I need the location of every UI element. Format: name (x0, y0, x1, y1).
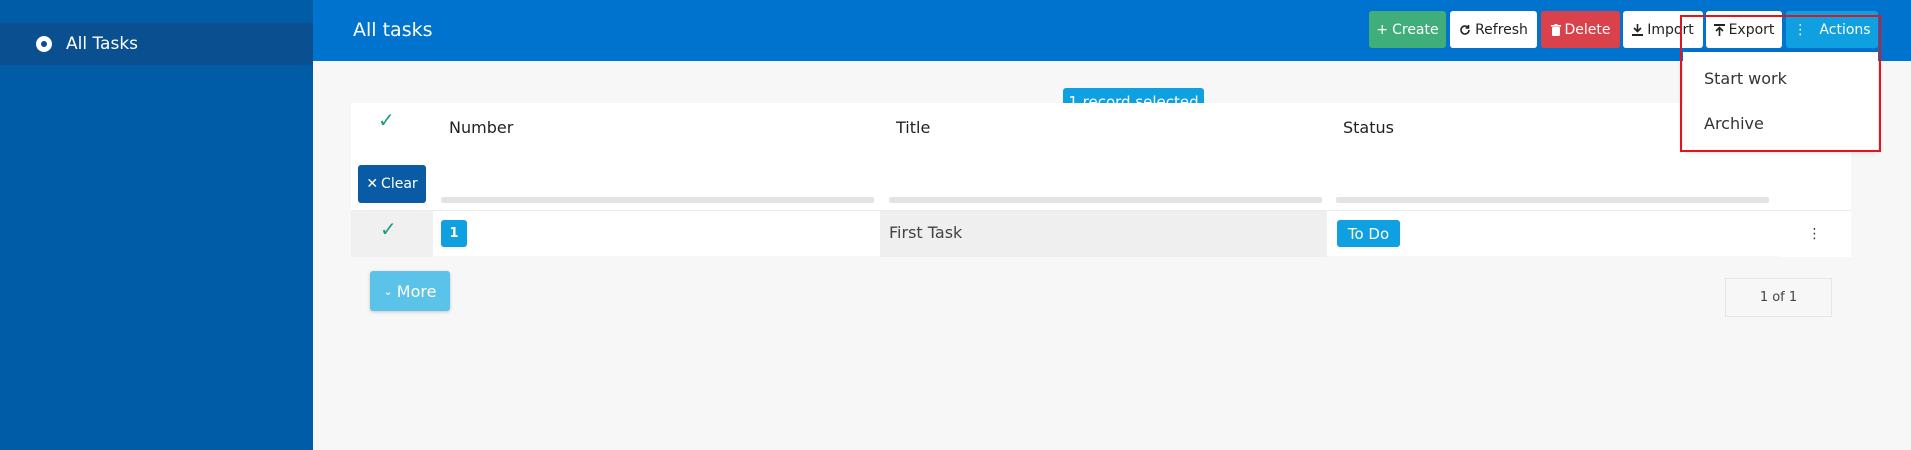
pager: 1 of 1 (1725, 278, 1832, 317)
plus-icon: + (1376, 21, 1389, 38)
table-row[interactable]: ✓ 1 First Task To Do ⋮ (351, 210, 1851, 257)
number-badge[interactable]: 1 (441, 220, 467, 247)
export-button[interactable]: Export (1706, 11, 1782, 48)
select-all-cell[interactable]: ✓ ✕ Clear (351, 103, 426, 209)
radio-dot-icon (36, 36, 52, 52)
sidebar: All Tasks (0, 0, 313, 450)
actions-button[interactable]: ⋮ Actions (1786, 11, 1878, 48)
table-header-row: ✓ ✕ Clear Number Title Status (351, 103, 1851, 209)
vertical-dots-icon: ⋮ (1807, 226, 1822, 242)
clear-selection-button[interactable]: ✕ Clear (358, 165, 426, 203)
vertical-dots-icon: ⋮ (1793, 21, 1808, 38)
refresh-button[interactable]: Refresh (1450, 11, 1537, 48)
chevron-down-icon: ⌄ (383, 284, 393, 298)
column-header-number[interactable]: Number (449, 118, 513, 137)
row-menu-button[interactable]: ⋮ (1778, 211, 1851, 257)
page-title: All tasks (353, 19, 433, 41)
download-icon (1632, 23, 1644, 36)
checkmark-icon: ✓ (380, 217, 397, 241)
row-select-cell[interactable]: ✓ (351, 211, 433, 257)
trash-icon (1550, 23, 1561, 36)
status-badge[interactable]: To Do (1337, 220, 1400, 247)
menu-item-archive[interactable]: Archive (1704, 114, 1764, 133)
import-button[interactable]: Import (1623, 11, 1703, 48)
upload-icon (1713, 23, 1725, 36)
actions-dropdown-menu: Start work Archive (1683, 52, 1878, 150)
column-header-status[interactable]: Status (1343, 118, 1394, 137)
delete-button[interactable]: Delete (1541, 11, 1620, 48)
number-filter[interactable] (441, 197, 874, 203)
create-button[interactable]: + Create (1369, 11, 1446, 48)
tasks-table: ✓ ✕ Clear Number Title Status ✓ 1 First … (351, 103, 1851, 257)
close-icon: ✕ (366, 176, 379, 192)
sidebar-item-label: All Tasks (66, 34, 139, 54)
task-title[interactable]: First Task (889, 223, 962, 242)
refresh-icon (1459, 24, 1471, 36)
title-filter[interactable] (889, 197, 1322, 203)
status-filter[interactable] (1336, 197, 1769, 203)
more-button[interactable]: ⌄ More (370, 271, 450, 311)
menu-item-start-work[interactable]: Start work (1704, 69, 1787, 88)
sidebar-item-all-tasks[interactable]: All Tasks (0, 23, 313, 65)
checkmark-icon: ✓ (378, 108, 395, 132)
column-header-title[interactable]: Title (896, 118, 930, 137)
